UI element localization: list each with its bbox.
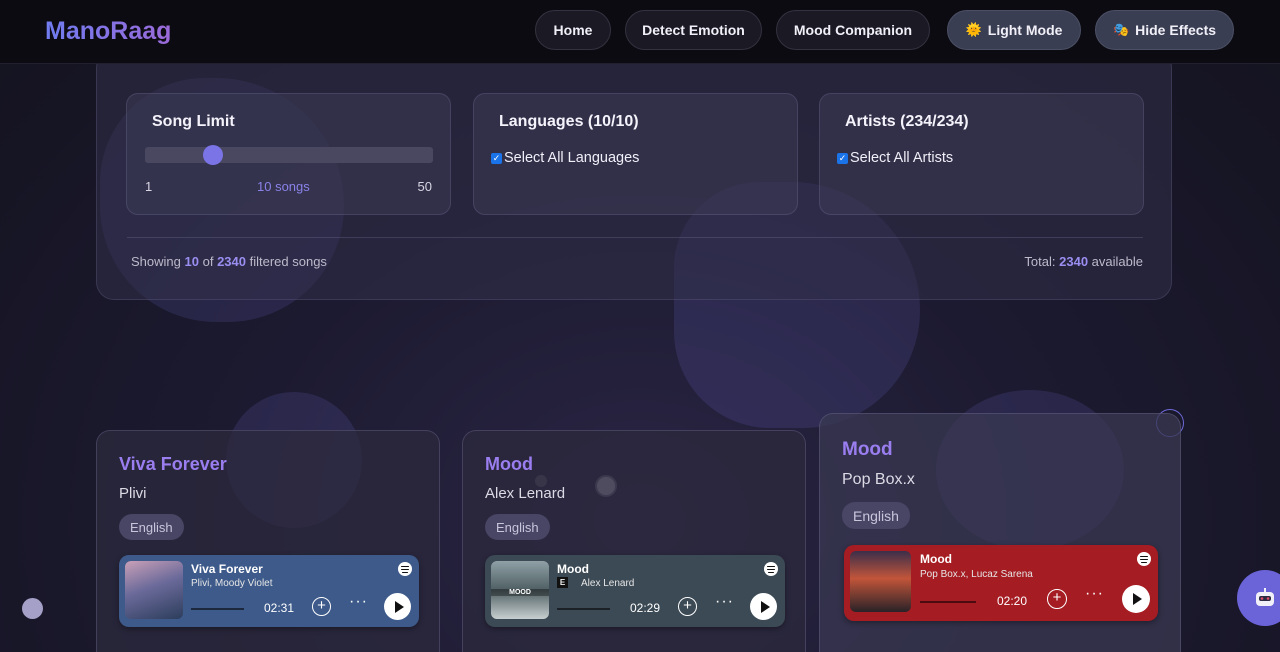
spotify-player: Viva Forever Plivi, Moody Violet 02:31 +… bbox=[119, 555, 419, 627]
spotify-player: Mood Pop Box.x, Lucaz Sarena 02:20 + ··· bbox=[844, 545, 1158, 621]
play-button[interactable] bbox=[1122, 585, 1150, 613]
artists-card: Artists (234/234) ✓ Select All Artists bbox=[819, 93, 1144, 215]
languages-title: Languages (10/10) bbox=[499, 113, 639, 130]
more-options-button[interactable]: ··· bbox=[715, 593, 734, 611]
nav-detect-emotion-button[interactable]: Detect Emotion bbox=[625, 10, 762, 50]
bg-orb bbox=[22, 598, 43, 619]
spotify-icon[interactable] bbox=[398, 562, 412, 576]
album-art bbox=[850, 551, 911, 612]
song-artist: Alex Lenard bbox=[485, 485, 566, 502]
artists-title: Artists (234/234) bbox=[845, 113, 969, 130]
play-icon bbox=[1133, 593, 1142, 605]
progress-bar[interactable] bbox=[557, 608, 610, 610]
play-icon bbox=[394, 600, 404, 613]
total-suffix: available bbox=[1091, 254, 1143, 269]
song-artist: Pop Box.x bbox=[842, 471, 915, 488]
chatbot-launcher-button[interactable] bbox=[1237, 570, 1280, 626]
spotify-player: MOOD Mood E Alex Lenard 02:29 + ··· bbox=[485, 555, 785, 627]
player-track-artist[interactable]: Alex Lenard bbox=[581, 578, 634, 589]
track-duration: 02:20 bbox=[997, 594, 1028, 608]
select-all-languages-checkbox[interactable]: ✓ Select All Languages bbox=[491, 150, 639, 166]
album-art-text: MOOD bbox=[491, 589, 549, 596]
light-mode-toggle-button[interactable]: 🌞 Light Mode bbox=[947, 10, 1081, 50]
select-all-artists-checkbox[interactable]: ✓ Select All Artists bbox=[837, 150, 953, 166]
languages-card: Languages (10/10) ✓ Select All Languages bbox=[473, 93, 798, 215]
song-limit-slider-track[interactable] bbox=[145, 147, 433, 163]
navbar: ManoRaag Home Detect Emotion Mood Compan… bbox=[0, 0, 1280, 64]
language-badge: English bbox=[485, 514, 550, 540]
light-mode-label: Light Mode bbox=[987, 22, 1063, 38]
album-art: MOOD bbox=[491, 561, 549, 619]
progress-bar[interactable] bbox=[920, 601, 976, 603]
showing-of: of bbox=[202, 254, 214, 269]
hide-effects-label: Hide Effects bbox=[1135, 22, 1217, 38]
slider-max-label: 50 bbox=[417, 179, 432, 194]
checkbox-checked-icon[interactable]: ✓ bbox=[837, 152, 848, 164]
showing-prefix: Showing bbox=[131, 254, 181, 269]
slider-min-label: 1 bbox=[145, 179, 153, 194]
add-to-library-button[interactable]: + bbox=[312, 597, 331, 616]
album-art bbox=[125, 561, 183, 619]
spotify-icon[interactable] bbox=[1137, 552, 1151, 566]
player-track-artist[interactable]: Plivi, Moody Violet bbox=[191, 578, 273, 589]
hide-effects-toggle-button[interactable]: 🎭 Hide Effects bbox=[1095, 10, 1234, 50]
theater-masks-icon: 🎭 bbox=[1112, 22, 1130, 37]
song-limit-title: Song Limit bbox=[152, 113, 235, 130]
player-track-title[interactable]: Mood bbox=[920, 552, 952, 566]
song-title: Mood bbox=[485, 454, 533, 474]
robot-icon bbox=[1256, 588, 1274, 606]
more-options-button[interactable]: ··· bbox=[349, 593, 368, 611]
song-card[interactable]: Mood Alex Lenard English MOOD Mood E Ale… bbox=[462, 430, 806, 652]
progress-bar[interactable] bbox=[191, 608, 244, 610]
filter-panel: Song Limit 1 10 songs 50 Languages (10/1… bbox=[96, 50, 1172, 300]
slider-value-label: 10 songs bbox=[257, 179, 310, 194]
showing-summary: Showing 10 of 2340 filtered songs bbox=[131, 254, 327, 269]
song-limit-card: Song Limit 1 10 songs 50 bbox=[126, 93, 451, 215]
language-badge: English bbox=[119, 514, 184, 540]
select-all-artists-label: Select All Artists bbox=[850, 150, 954, 166]
play-button[interactable] bbox=[384, 593, 411, 620]
total-prefix: Total: bbox=[1024, 254, 1056, 269]
showing-suffix: filtered songs bbox=[249, 254, 327, 269]
add-to-library-button[interactable]: + bbox=[1047, 589, 1067, 609]
divider bbox=[127, 237, 1143, 238]
brand-logo[interactable]: ManoRaag bbox=[45, 17, 171, 46]
nav-mood-companion-button[interactable]: Mood Companion bbox=[776, 10, 930, 50]
nav-detect-emotion-label: Detect Emotion bbox=[642, 22, 745, 38]
song-title: Viva Forever bbox=[119, 454, 227, 474]
song-artist: Plivi bbox=[119, 485, 147, 502]
player-track-title[interactable]: Viva Forever bbox=[191, 562, 263, 576]
song-card[interactable]: Mood Pop Box.x English Mood Pop Box.x, L… bbox=[819, 413, 1181, 652]
track-duration: 02:29 bbox=[630, 601, 661, 615]
select-all-languages-label: Select All Languages bbox=[504, 150, 640, 166]
spotify-icon[interactable] bbox=[764, 562, 778, 576]
sun-icon: 🌞 bbox=[965, 22, 982, 37]
nav-mood-companion-label: Mood Companion bbox=[793, 22, 913, 38]
language-badge: English bbox=[842, 502, 910, 529]
player-track-title[interactable]: Mood bbox=[557, 562, 589, 576]
total-count: 2340 bbox=[1059, 254, 1089, 269]
total-summary: Total: 2340 available bbox=[1024, 254, 1143, 269]
add-to-library-button[interactable]: + bbox=[678, 597, 697, 616]
track-duration: 02:31 bbox=[264, 601, 295, 615]
player-track-artist[interactable]: Pop Box.x, Lucaz Sarena bbox=[920, 569, 1033, 580]
explicit-icon: E bbox=[557, 577, 568, 588]
more-options-button[interactable]: ··· bbox=[1085, 585, 1104, 603]
song-card[interactable]: Viva Forever Plivi English Viva Forever … bbox=[96, 430, 440, 652]
nav-home-label: Home bbox=[553, 22, 593, 38]
song-title: Mood bbox=[842, 439, 893, 460]
checkbox-checked-icon[interactable]: ✓ bbox=[491, 152, 502, 164]
play-button[interactable] bbox=[750, 593, 777, 620]
song-limit-slider-thumb[interactable] bbox=[203, 145, 223, 165]
showing-total: 2340 bbox=[217, 254, 246, 269]
nav-home-button[interactable]: Home bbox=[535, 10, 611, 50]
play-icon bbox=[760, 600, 770, 613]
showing-count: 10 bbox=[184, 254, 199, 269]
